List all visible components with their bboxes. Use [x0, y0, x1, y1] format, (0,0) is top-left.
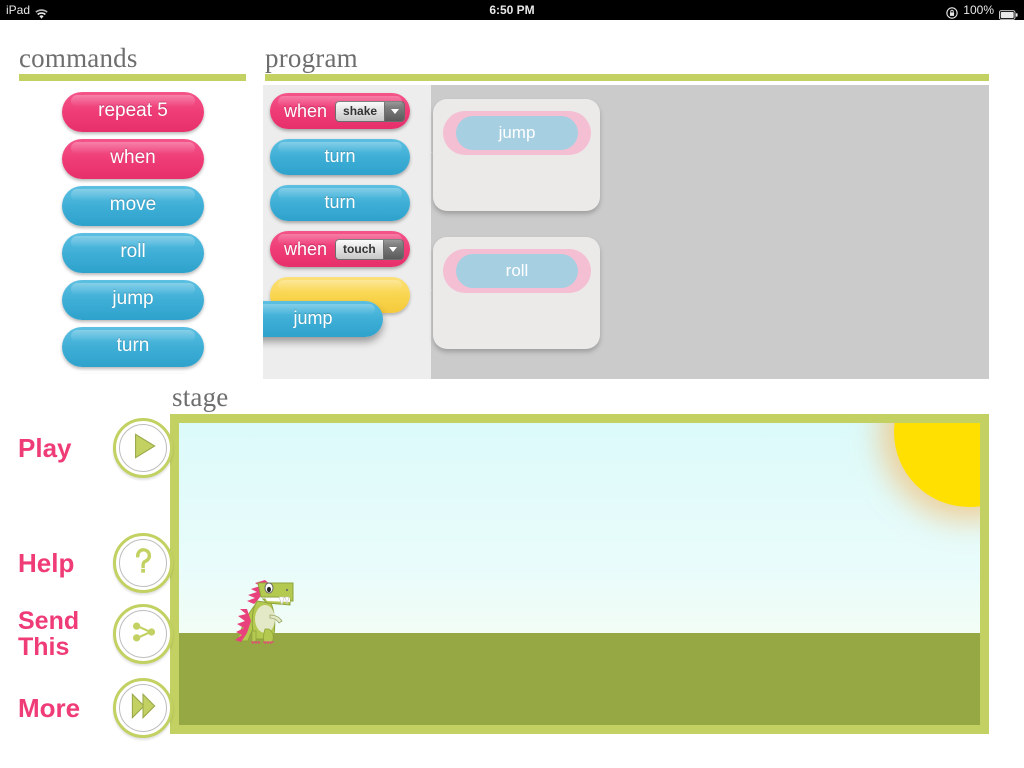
more-label: More: [18, 693, 81, 723]
commands-title-rule: [19, 74, 246, 81]
program-block-when-touch[interactable]: when touch: [270, 231, 410, 267]
stage-title: stage: [172, 382, 229, 412]
program-title-rule: [265, 74, 989, 81]
when-label-2: when: [284, 238, 328, 259]
program-block-turn-2[interactable]: turn: [270, 185, 410, 221]
commands-palette[interactable]: repeat 5 when move roll jump turn: [20, 92, 246, 374]
more-row[interactable]: More: [18, 678, 173, 738]
rotation-lock-icon: [946, 5, 958, 19]
program-workspace[interactable]: jump roll when shake turn turn when touc…: [263, 85, 989, 379]
commands-title: commands: [19, 43, 138, 73]
app-root: iPad 6:50 PM 100% commands repeat 5 when…: [0, 0, 1024, 768]
command-block-when[interactable]: when: [62, 139, 204, 179]
stage-frame: [170, 414, 989, 734]
program-block-jump-dragging[interactable]: jump: [263, 301, 383, 337]
command-block-roll[interactable]: roll: [62, 233, 204, 273]
battery-percent: 100%: [963, 3, 994, 17]
when-label-1: when: [284, 100, 328, 121]
when-dropdown-2[interactable]: touch: [335, 238, 404, 260]
ios-status-bar: iPad 6:50 PM 100%: [0, 0, 1024, 20]
chevron-down-icon[interactable]: [384, 101, 405, 121]
callout-bubble-roll[interactable]: roll: [433, 237, 600, 349]
question-mark-icon: [126, 544, 160, 583]
send-this-label-line2: This: [18, 633, 70, 661]
play-button[interactable]: [113, 418, 173, 478]
command-block-turn[interactable]: turn: [62, 327, 204, 367]
fast-forward-icon: [126, 689, 160, 728]
more-button[interactable]: [113, 678, 173, 738]
status-bar-clock: 6:50 PM: [489, 3, 535, 17]
status-bar-right: 100%: [946, 0, 1018, 20]
chevron-down-icon[interactable]: [382, 239, 403, 259]
program-block-turn-1[interactable]: turn: [270, 139, 410, 175]
send-this-label-line1: Send: [18, 607, 80, 635]
when-dropdown-value-1: shake: [336, 101, 385, 121]
command-block-move[interactable]: move: [62, 186, 204, 226]
ghost-action-block-roll: roll: [456, 254, 578, 288]
callout-bubble-jump[interactable]: jump: [433, 99, 600, 211]
ghost-when-block-1: jump: [443, 111, 591, 155]
battery-full-icon: [999, 6, 1018, 20]
send-this-row[interactable]: Send This: [18, 604, 173, 664]
help-button[interactable]: [113, 533, 173, 593]
play-icon: [126, 429, 160, 468]
stage-ground: [179, 633, 980, 725]
command-block-repeat[interactable]: repeat 5: [62, 92, 204, 132]
program-block-when-shake[interactable]: when shake: [270, 93, 410, 129]
play-row[interactable]: Play: [18, 418, 173, 478]
ghost-action-block-jump: jump: [456, 116, 578, 150]
send-this-button[interactable]: [113, 604, 173, 664]
ghost-when-block-2: roll: [443, 249, 591, 293]
stage-canvas[interactable]: [179, 423, 980, 725]
program-title: program: [265, 43, 358, 73]
play-label: Play: [18, 433, 72, 463]
command-block-jump[interactable]: jump: [62, 280, 204, 320]
dinosaur-sprite[interactable]: [227, 571, 307, 645]
help-row[interactable]: Help: [18, 533, 173, 593]
when-dropdown-1[interactable]: shake: [335, 100, 406, 122]
send-this-label: Send This: [18, 608, 113, 660]
when-dropdown-value-2: touch: [336, 239, 383, 259]
share-icon: [126, 615, 160, 654]
help-label: Help: [18, 548, 75, 578]
